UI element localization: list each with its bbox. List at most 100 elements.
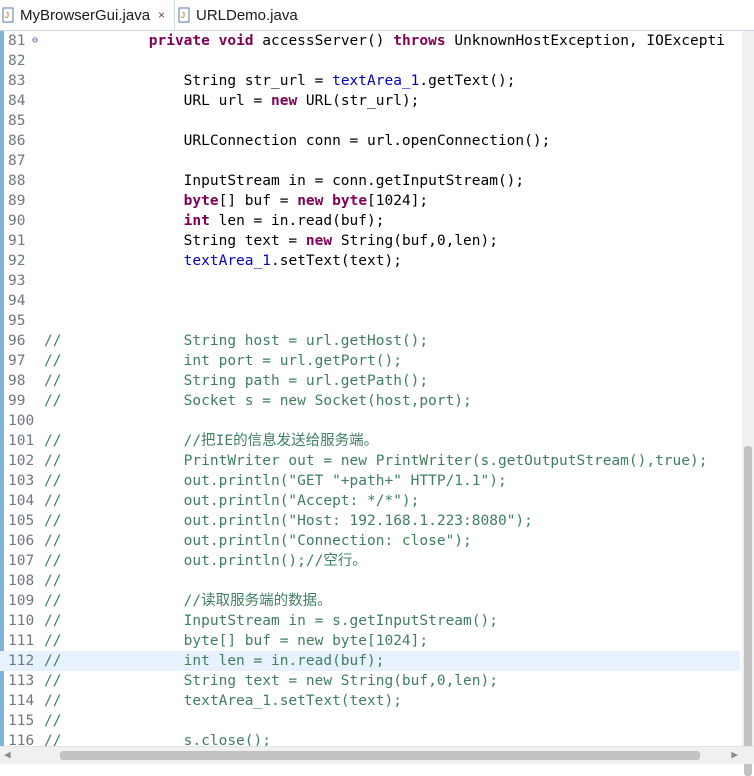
code-token: // String host = url.getHost(); (44, 333, 429, 349)
code-line[interactable]: 92 textArea_1.setText(text); (0, 251, 740, 271)
code-line[interactable]: 90 int len = in.read(buf); (0, 211, 740, 231)
line-number: 112 (8, 653, 35, 669)
code-line[interactable]: 103 // out.println("GET "+path+" HTTP/1.1… (0, 471, 740, 491)
line-number: 90 (8, 213, 26, 229)
horizontal-scroll-thumb[interactable] (60, 751, 700, 760)
code-line[interactable]: 96 // String host = url.getHost(); (0, 331, 740, 351)
line-number: 103 (8, 473, 35, 489)
horizontal-scrollbar[interactable]: ◀ ▶ (0, 746, 754, 764)
code-line[interactable]: 99 // Socket s = new Socket(host,port); (0, 391, 740, 411)
code-text: // out.println("GET "+path+" HTTP/1.1"); (44, 471, 507, 491)
line-number: 84 (8, 93, 26, 109)
code-line[interactable]: 106 // out.println("Connection: close"); (0, 531, 740, 551)
line-number: 92 (8, 253, 26, 269)
code-line[interactable]: 110 // InputStream in = s.getInputStream(… (0, 611, 740, 631)
code-token: // Socket s = new Socket(host,port); (44, 393, 472, 409)
code-line[interactable]: 98 // String path = url.getPath(); (0, 371, 740, 391)
code-text: // out.println("Connection: close"); (44, 531, 472, 551)
code-token: accessServer() (253, 33, 394, 49)
code-text: String str_url = textArea_1.getText(); (44, 71, 516, 91)
tab-urldemo[interactable]: J URLDemo.java (176, 0, 346, 30)
code-token: new (297, 193, 324, 209)
code-line[interactable]: 95 (0, 311, 740, 331)
code-line[interactable]: 113 // String text = new String(buf,0,len… (0, 671, 740, 691)
code-line[interactable]: 93 (0, 271, 740, 291)
vertical-scrollbar[interactable] (742, 31, 754, 776)
code-line[interactable]: 111 // byte[] buf = new byte[1024]; (0, 631, 740, 651)
code-token: .setText(text); (270, 253, 402, 269)
code-line[interactable]: 82 (0, 51, 740, 71)
java-file-icon: J (2, 7, 16, 23)
code-text: // Socket s = new Socket(host,port); (44, 391, 472, 411)
code-token: [] buf = (218, 193, 298, 209)
code-line[interactable]: 84 URL url = new URL(str_url); (0, 91, 740, 111)
code-line[interactable]: 108 // (0, 571, 740, 591)
code-token: // //把IE的信息发送给服务端。 (44, 433, 379, 449)
vertical-scroll-thumb[interactable] (744, 446, 752, 776)
code-line[interactable]: 91 String text = new String(buf,0,len); (0, 231, 740, 251)
line-number: 104 (8, 493, 35, 509)
code-text: int len = in.read(buf); (44, 211, 385, 231)
code-token: new (270, 93, 298, 109)
code-token: // //读取服务端的数据。 (44, 593, 332, 609)
code-line[interactable]: 102 // PrintWriter out = new PrintWriter(… (0, 451, 740, 471)
scroll-right-icon[interactable]: ▶ (731, 748, 738, 761)
code-line[interactable]: 112 // int len = in.read(buf); (0, 651, 740, 671)
code-text: // PrintWriter out = new PrintWriter(s.g… (44, 451, 707, 471)
code-line[interactable]: 107 // out.println();//空行。 (0, 551, 740, 571)
code-line[interactable]: 115 // (0, 711, 740, 731)
line-number: 86 (8, 133, 26, 149)
code-token: // InputStream in = s.getInputStream(); (44, 613, 498, 629)
line-number: 93 (8, 273, 26, 289)
code-line[interactable]: 109 // //读取服务端的数据。 (0, 591, 740, 611)
code-token: throws (393, 33, 446, 49)
code-line[interactable]: 88 InputStream in = conn.getInputStream(… (0, 171, 740, 191)
code-line[interactable]: 100 (0, 411, 740, 431)
line-number: 89 (8, 193, 26, 209)
code-token: String(buf,0,len); (332, 233, 498, 249)
code-line[interactable]: 101 // //把IE的信息发送给服务端。 (0, 431, 740, 451)
code-text: // out.println();//空行。 (44, 551, 367, 571)
code-token: String text = (44, 233, 306, 249)
code-line[interactable]: 86 URLConnection conn = url.openConnecti… (0, 131, 740, 151)
code-token: // out.println();//空行。 (44, 553, 367, 569)
code-line[interactable]: 85 (0, 111, 740, 131)
line-number: 114 (8, 693, 35, 709)
code-line[interactable]: 83 String str_url = textArea_1.getText()… (0, 71, 740, 91)
code-text: byte[] buf = new byte[1024]; (44, 191, 428, 211)
code-text: // String host = url.getHost(); (44, 331, 428, 351)
tab-mybrowsergui[interactable]: J MyBrowserGui.java × (0, 0, 175, 30)
line-number: 82 (8, 53, 26, 69)
code-token: new (305, 233, 333, 249)
code-text: // int len = in.read(buf); (44, 651, 384, 671)
code-line[interactable]: 104 // out.println("Accept: */*"); (0, 491, 740, 511)
line-number: 108 (8, 573, 35, 589)
code-token: // out.println("Accept: */*"); (44, 493, 420, 509)
line-number: 102 (8, 453, 35, 469)
code-token: // int port = url.getPort(); (44, 353, 402, 369)
line-number: 83 (8, 73, 26, 89)
code-line[interactable]: 89 byte[] buf = new byte[1024]; (0, 191, 740, 211)
code-line[interactable]: 114 // textArea_1.setText(text); (0, 691, 740, 711)
code-line[interactable]: 105 // out.println("Host: 192.168.1.223:8… (0, 511, 740, 531)
line-number: 110 (8, 613, 35, 629)
svg-text:J: J (5, 11, 9, 20)
code-text: // textArea_1.setText(text); (44, 691, 402, 711)
line-number: 85 (8, 113, 26, 129)
code-text: // (44, 711, 61, 731)
code-text: // InputStream in = s.getInputStream(); (44, 611, 498, 631)
code-line[interactable]: 81 ⊖ private void accessServer() throws U… (0, 31, 740, 51)
code-line[interactable]: 87 (0, 151, 740, 171)
code-line[interactable]: 97 // int port = url.getPort(); (0, 351, 740, 371)
line-number: 91 (8, 233, 26, 249)
line-number: 109 (8, 593, 35, 609)
code-token: // PrintWriter out = new PrintWriter(s.g… (44, 453, 708, 469)
java-file-icon: J (178, 7, 192, 23)
scroll-left-icon[interactable]: ◀ (4, 748, 11, 761)
code-editor[interactable]: 81 ⊖ private void accessServer() throws U… (0, 31, 754, 751)
line-number: 107 (8, 553, 35, 569)
fold-collapse-icon[interactable]: ⊖ (32, 31, 38, 51)
code-line[interactable]: 94 (0, 291, 740, 311)
close-icon[interactable]: × (158, 8, 165, 22)
